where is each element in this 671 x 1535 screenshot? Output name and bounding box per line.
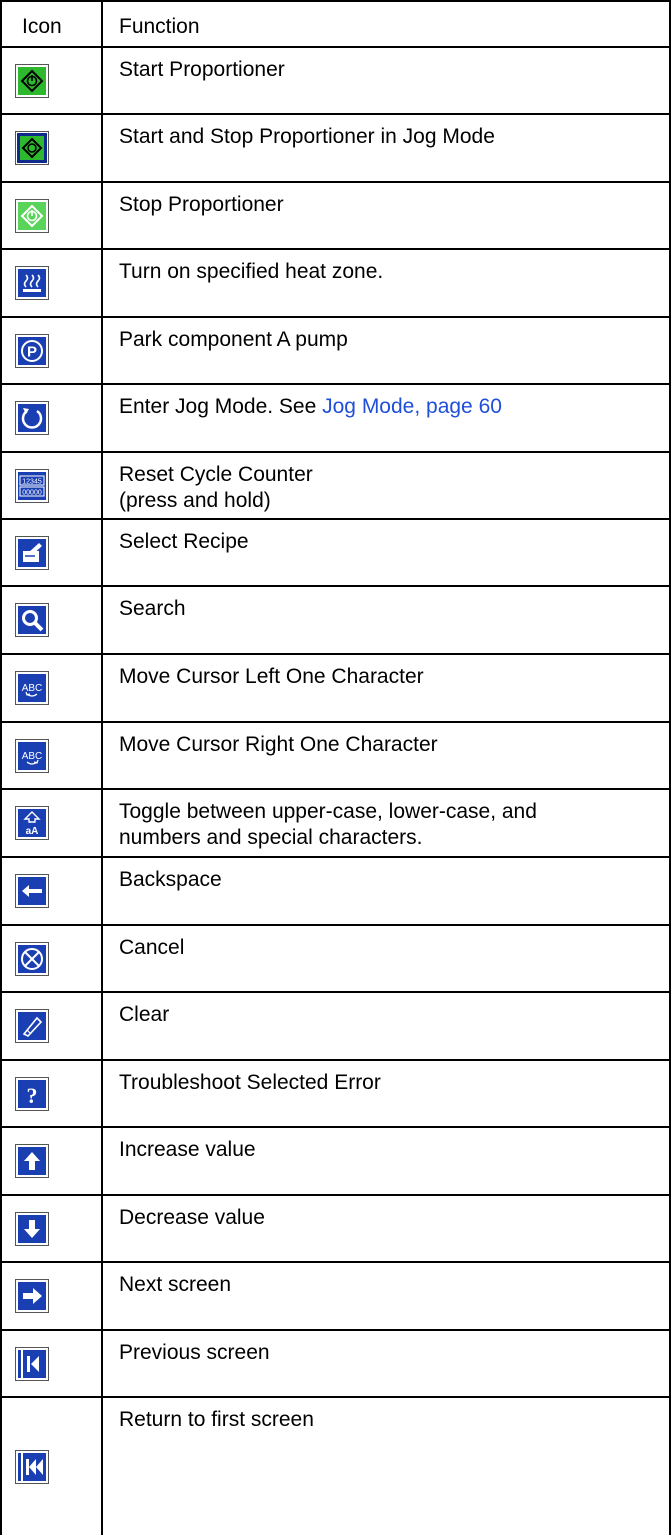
- function-text: Start and Stop Proportioner in Jog Mode: [119, 124, 664, 150]
- start-proportioner-icon: [15, 64, 49, 98]
- function-label: Clear: [119, 1003, 170, 1026]
- svg-text:00000: 00000: [22, 490, 42, 497]
- function-label-line2: numbers and special characters.: [119, 826, 423, 849]
- function-label: Backspace: [119, 868, 222, 891]
- cursor-right-icon: ABC: [15, 739, 49, 773]
- cursor-left-icon: ABC: [15, 671, 49, 705]
- svg-text:ABC: ABC: [22, 751, 43, 762]
- function-label: Toggle between upper-case, lower-case, a…: [119, 800, 537, 823]
- troubleshoot-icon: ?: [15, 1077, 49, 1111]
- function-text: Decrease value: [119, 1205, 664, 1231]
- function-text: Previous screen: [119, 1340, 664, 1366]
- function-text: Start Proportioner: [119, 57, 664, 83]
- svg-text:ABC: ABC: [22, 683, 43, 694]
- function-text: Return to first screen: [119, 1407, 664, 1433]
- function-label: Previous screen: [119, 1341, 270, 1364]
- function-label: Select Recipe: [119, 530, 249, 553]
- next-screen-icon: [15, 1279, 49, 1313]
- svg-text:12345: 12345: [22, 479, 42, 486]
- function-label: Move Cursor Right One Character: [119, 733, 438, 756]
- function-text: Increase value: [119, 1137, 664, 1163]
- function-text: Backspace: [119, 867, 664, 893]
- function-label: Park component A pump: [119, 328, 348, 351]
- column-divider: [101, 0, 103, 1535]
- jog-start-stop-icon: [15, 131, 49, 165]
- clear-icon: [15, 1009, 49, 1043]
- function-label: Start and Stop Proportioner in Jog Mode: [119, 125, 495, 148]
- function-label: Decrease value: [119, 1206, 265, 1229]
- toggle-case-icon: aA: [15, 806, 49, 840]
- function-label: Enter Jog Mode. See: [119, 395, 323, 418]
- function-text: Enter Jog Mode. See Jog Mode, page 60: [119, 394, 664, 420]
- first-screen-icon: [15, 1450, 49, 1484]
- function-text: Toggle between upper-case, lower-case, a…: [119, 799, 664, 851]
- function-text: Search: [119, 596, 664, 622]
- previous-screen-icon: [15, 1347, 49, 1381]
- header-icon: Icon: [22, 15, 62, 38]
- function-label-line2: (press and hold): [119, 489, 271, 512]
- jog-mode-link[interactable]: Jog Mode, page 60: [322, 395, 502, 418]
- function-text: Clear: [119, 1002, 664, 1028]
- function-text: Troubleshoot Selected Error: [119, 1070, 664, 1096]
- function-label: Increase value: [119, 1138, 256, 1161]
- function-label: Cancel: [119, 936, 185, 959]
- function-label: Return to first screen: [119, 1408, 314, 1431]
- svg-text:?: ?: [27, 1083, 38, 1108]
- function-text: Turn on specified heat zone.: [119, 259, 664, 285]
- select-recipe-icon: [15, 536, 49, 570]
- function-text: Cancel: [119, 935, 664, 961]
- function-label: Next screen: [119, 1273, 232, 1296]
- increase-icon: [15, 1144, 49, 1178]
- function-text: Move Cursor Left One Character: [119, 664, 664, 690]
- function-label: Reset Cycle Counter: [119, 463, 313, 486]
- table-border-left: [0, 0, 2, 1535]
- function-label: Move Cursor Left One Character: [119, 665, 424, 688]
- function-text: Next screen: [119, 1272, 664, 1298]
- svg-text:P: P: [27, 344, 37, 361]
- function-label: Search: [119, 597, 186, 620]
- function-text: Move Cursor Right One Character: [119, 732, 664, 758]
- function-text: Select Recipe: [119, 529, 664, 555]
- heat-zone-icon: [15, 266, 49, 300]
- function-label: Troubleshoot Selected Error: [119, 1071, 381, 1094]
- function-text: Stop Proportioner: [119, 192, 664, 218]
- reset-counter-icon: 12345 00000: [15, 469, 49, 503]
- park-pump-icon: P: [15, 334, 49, 368]
- function-text: Park component A pump: [119, 327, 664, 353]
- search-icon: [15, 603, 49, 637]
- function-label: Start Proportioner: [119, 58, 285, 81]
- backspace-icon: [15, 874, 49, 908]
- stop-proportioner-icon: [15, 199, 49, 233]
- decrease-icon: [15, 1212, 49, 1246]
- cancel-icon: [15, 942, 49, 976]
- jog-mode-icon: [15, 401, 49, 435]
- header-function: Function: [119, 15, 200, 38]
- function-label: Turn on specified heat zone.: [119, 260, 384, 283]
- function-label: Stop Proportioner: [119, 193, 284, 216]
- function-text: Reset Cycle Counter (press and hold): [119, 462, 664, 514]
- svg-text:aA: aA: [26, 826, 39, 837]
